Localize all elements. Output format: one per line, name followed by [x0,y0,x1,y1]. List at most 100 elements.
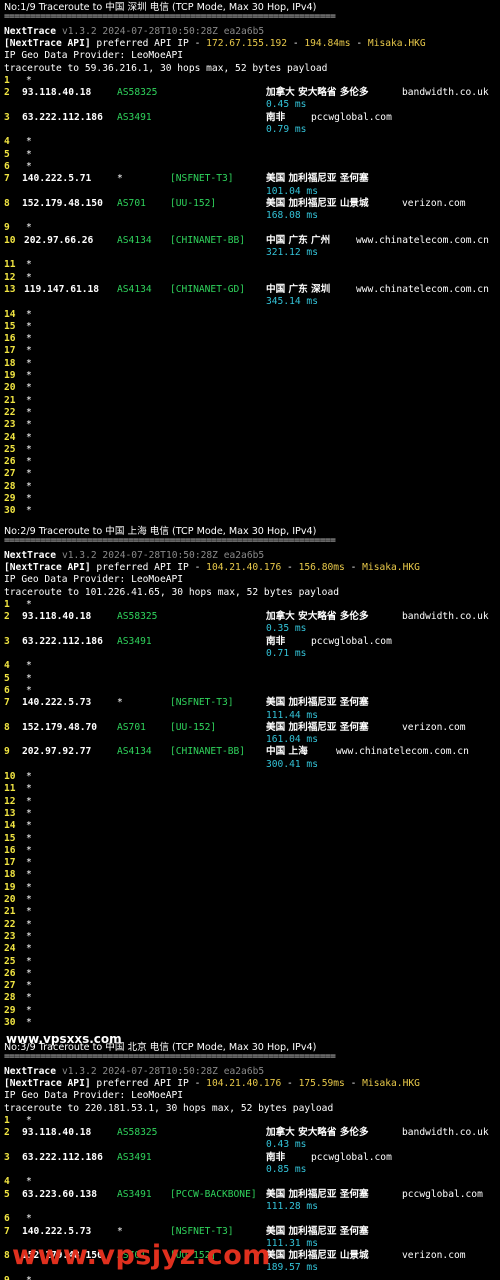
hop-asn: AS3491 [117,1151,152,1163]
api-label: [NextTrace API] [4,1077,91,1089]
hop-geo: 美国 加利福尼亚 山景城 [266,197,369,209]
hop-row: 15 * [4,321,496,333]
hop-row: 11 * [4,783,496,795]
geo-provider-text: IP Geo Data Provider: LeoMoeAPI [4,50,184,62]
hop-timeout: * [26,1213,32,1225]
hop-rtt-row: 300.41 ms [4,759,496,771]
app-name: NextTrace [4,25,56,37]
hop-asn: * [117,173,123,185]
hop-timeout: * [26,468,32,480]
hop-domain: verizon.com [402,1250,466,1262]
hop-row: 22 * [4,919,496,931]
hop-number: 14 [4,820,16,832]
hop-number: 25 [4,443,16,455]
hop-timeout: * [26,1017,32,1028]
hop-geo: 加拿大 安大略省 多伦多 [266,87,369,99]
hop-row: 6 * [4,685,496,697]
hop-row: 26 * [4,968,496,980]
app-version: v1.3.2 2024-07-28T10:50:28Z ea2a6b5 [61,549,265,561]
hop-domain: bandwidth.co.uk [402,611,489,623]
hop-timeout: * [26,1176,32,1188]
api-line: [NextTrace API] preferred API IP - 104.2… [4,1078,496,1090]
separator-line: ========================================… [4,1051,496,1063]
hop-timeout: * [26,1275,32,1280]
hop-number: 5 [4,148,10,160]
hop-timeout: * [26,1114,32,1126]
hop-number: 30 [4,1017,16,1028]
hop-number: 1 [4,1114,10,1126]
hop-row: 10 * [4,771,496,783]
hop-geo: 中国 广东 广州 [266,234,331,246]
hop-number: 26 [4,967,16,979]
hop-rtt: 0.45 ms [266,99,307,111]
hop-timeout: * [26,967,32,979]
hop-timeout: * [26,222,32,234]
hop-ip: 202.97.92.77 [22,746,92,758]
hop-number: 22 [4,406,16,418]
hop-asn: AS3491 [117,111,152,123]
hop-number: 3 [4,635,10,647]
hop-number: 27 [4,980,16,992]
hop-row: 23 * [4,419,496,431]
hop-row: 21 * [4,395,496,407]
hop-timeout: * [26,320,32,332]
hop-geo: 美国 加利福尼亚 圣何塞 [266,1188,369,1200]
hop-rtt: 111.28 ms [266,1200,318,1212]
hop-timeout: * [26,894,32,905]
hop-timeout: * [26,148,32,160]
traceroute-target: traceroute to 101.226.41.65, 30 hops max… [4,587,496,599]
hop-asn: AS4134 [117,283,152,295]
hop-row: 7 140.222.5.71 * [NSFNET-T3] 美国 加利福尼亚 圣何塞 [4,173,496,185]
separator-line: ========================================… [4,535,496,547]
hop-row: 20 * [4,382,496,394]
api-dash: - [281,561,299,573]
hop-row: 9* [4,1275,496,1280]
hop-number: 1 [4,598,10,610]
hop-number: 10 [4,234,16,246]
hop-rtt: 0.85 ms [266,1164,307,1175]
hop-timeout: * [26,672,32,684]
hop-asn: AS701 [117,721,146,733]
hop-row: 24 * [4,432,496,444]
hop-number: 3 [4,111,10,123]
hop-row: 26 * [4,456,496,468]
api-latency: 175.59ms [298,1077,345,1089]
hop-number: 12 [4,271,16,283]
hop-row: 12 * [4,272,496,284]
hop-row: 23 * [4,931,496,943]
nexttrace-header: NextTrace v1.3.2 2024-07-28T10:50:28Z ea2… [4,1066,496,1078]
hop-number: 8 [4,721,10,733]
hop-rtt-row: 0.85 ms [4,1164,496,1176]
hop-timeout: * [26,1004,32,1016]
hop-number: 4 [4,660,10,672]
hop-tag: [NSFNET-T3] [170,697,234,709]
hop-number: 19 [4,881,16,893]
hop-row: 3 63.222.112.186 AS3491 南非 pccwglobal.com [4,636,496,648]
hop-number: 26 [4,456,16,468]
hop-number: 24 [4,431,16,443]
hop-number: 29 [4,1004,16,1016]
hop-row: 21 * [4,906,496,918]
hop-row: 9* [4,222,496,234]
hop-number: 13 [4,283,16,295]
hop-row: 3 63.222.112.186 AS3491 南非 pccwglobal.com [4,1152,496,1164]
hop-row: 11 * [4,259,496,271]
separator: ========================================… [4,11,336,23]
hop-number: 4 [4,136,10,148]
hop-asn: AS701 [117,197,146,209]
hop-row: 7 140.222.5.73 * [NSFNET-T3] 美国 加利福尼亚 圣何塞 [4,1226,496,1238]
hop-timeout: * [26,74,32,86]
hop-rtt: 0.71 ms [266,648,307,659]
hop-number: 2 [4,1127,10,1139]
hop-row: 2 93.118.40.18 AS58325 加拿大 安大略省 多伦多 bandwidt… [4,87,496,99]
hop-asn: AS58325 [117,87,158,99]
hop-row: 19 * [4,370,496,382]
hop-rtt-row: 0.43 ms [4,1139,496,1151]
hop-timeout: * [26,394,32,406]
api-site: Misaka.HKG [367,37,426,49]
hop-row: 1 * [4,599,496,611]
hop-row: 5 63.223.60.138 AS3491 [PCCW-BACKBONE] 美国 加利… [4,1189,496,1201]
hop-tag: [CHINANET-BB] [170,234,246,246]
hop-row: 12 * [4,796,496,808]
hop-tag: [UU-152] [170,197,217,209]
